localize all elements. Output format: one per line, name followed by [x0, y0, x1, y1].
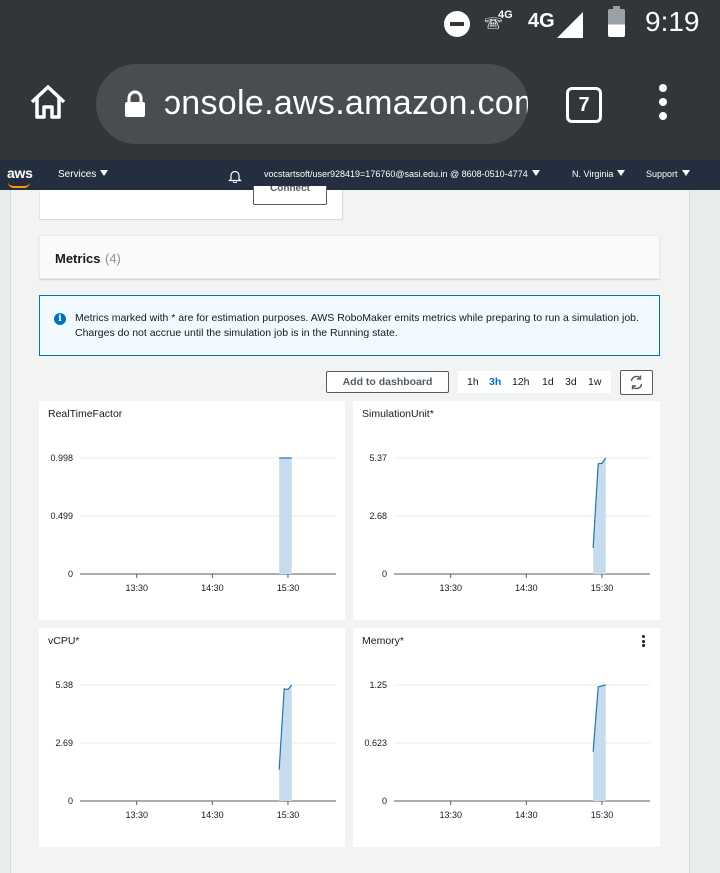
account-menu[interactable]: vocstartsoft/user928419=176760@sasi.edu.…	[264, 169, 540, 179]
account-label: vocstartsoft/user928419=176760@sasi.edu.…	[264, 169, 528, 179]
support-label: Support	[646, 169, 678, 179]
metrics-count: (4)	[105, 251, 121, 266]
aws-logo[interactable]: aws	[7, 165, 33, 181]
y-tick-label: 5.38	[55, 680, 73, 690]
add-to-dashboard-button[interactable]: Add to dashboard	[326, 371, 449, 393]
range-1d[interactable]: 1d	[542, 376, 554, 388]
x-tick-label: 14:30	[201, 583, 224, 593]
y-tick-label: 1.25	[369, 680, 387, 690]
status-bar: 🕾 4G 4G 9:19	[0, 0, 720, 50]
call-network-label: 4G	[498, 9, 513, 21]
caret-down-icon	[100, 170, 109, 176]
address-bar[interactable]: ɔnsole.aws.amazon.com	[96, 64, 528, 144]
url-text: ɔnsole.aws.amazon.com	[164, 84, 528, 122]
do-not-disturb-icon	[444, 11, 470, 37]
caret-down-icon	[531, 170, 540, 176]
y-tick-label: 0	[382, 796, 387, 806]
time-range-selector: 1h 3h 12h 1d 3d 1w	[458, 371, 611, 393]
x-tick-label: 14:30	[515, 810, 538, 820]
metrics-title: Metrics	[55, 251, 101, 266]
metrics-panel-header: Metrics (4)	[39, 235, 660, 279]
y-tick-label: 2.69	[55, 738, 73, 748]
browser-menu-icon[interactable]	[655, 84, 671, 124]
refresh-icon	[630, 375, 643, 390]
aws-smile-logo	[8, 182, 30, 188]
bell-icon[interactable]	[228, 169, 242, 183]
x-tick-label: 15:30	[591, 583, 614, 593]
support-menu[interactable]: Support	[646, 169, 690, 179]
x-tick-label: 15:30	[277, 810, 300, 820]
caret-down-icon	[681, 170, 690, 176]
range-3h[interactable]: 3h	[489, 376, 501, 388]
clock: 9:19	[645, 6, 700, 37]
x-tick-label: 15:30	[277, 583, 300, 593]
chart-title: RealTimeFactor	[48, 408, 123, 420]
refresh-button[interactable]	[620, 370, 653, 395]
x-tick-label: 13:30	[125, 583, 148, 593]
services-label: Services	[58, 169, 97, 180]
x-tick-label: 14:30	[515, 583, 538, 593]
chart-realtimefactor: 0 0.499 0.998 13:30 14:30 15:30 RealTimeFacto…	[39, 401, 345, 620]
y-tick-label: 0.623	[364, 738, 387, 748]
chart-vcpu: 0 2.69 5.38 13:30 14:30 15:30 vCPU*	[39, 628, 345, 847]
y-tick-label: 5.37	[369, 453, 387, 463]
battery-icon	[608, 6, 625, 37]
series-area	[593, 685, 606, 801]
y-tick-label: 0	[68, 796, 73, 806]
chart-svg: 0 2.68 5.37 13:30 14:30 15:30	[369, 453, 650, 593]
chart-options-icon[interactable]	[640, 635, 646, 649]
y-tick-label: 0	[382, 569, 387, 579]
connect-label: Connect	[270, 186, 310, 194]
tab-switcher-button[interactable]: 7	[566, 87, 602, 123]
chart-svg: 0 0.623 1.25 13:30 14:30 15:30	[364, 680, 650, 820]
x-tick-label: 13:30	[439, 810, 462, 820]
info-icon: i	[54, 313, 66, 325]
aws-nav-bar: aws Services vocstartsoft/user928419=176…	[0, 160, 720, 190]
y-tick-label: 0.998	[50, 453, 73, 463]
chart-memory: 0 0.623 1.25 13:30 14:30 15:30 Memory*	[353, 628, 660, 847]
signal-icon	[557, 12, 583, 38]
connect-button[interactable]: Connect	[253, 186, 327, 205]
home-icon[interactable]	[28, 82, 68, 122]
info-alert: i Metrics marked with * are for estimati…	[39, 295, 660, 356]
x-tick-label: 13:30	[125, 810, 148, 820]
y-tick-label: 0.499	[50, 511, 73, 521]
chart-svg: 0 0.499 0.998 13:30 14:30 15:30	[50, 453, 336, 593]
chart-svg: 0 2.69 5.38 13:30 14:30 15:30	[55, 680, 336, 820]
chart-title: SimulationUnit*	[362, 408, 434, 420]
x-tick-label: 15:30	[591, 810, 614, 820]
services-menu[interactable]: Services	[58, 169, 109, 180]
chart-title: Memory*	[362, 635, 405, 647]
x-tick-label: 14:30	[201, 810, 224, 820]
chart-title: vCPU*	[48, 635, 80, 647]
region-label: N. Virginia	[572, 169, 614, 179]
series-area	[279, 458, 292, 574]
caret-down-icon	[617, 170, 626, 176]
y-tick-label: 0	[68, 569, 73, 579]
region-menu[interactable]: N. Virginia	[572, 169, 626, 179]
x-tick-label: 13:30	[439, 583, 462, 593]
range-3d[interactable]: 3d	[565, 376, 577, 388]
info-alert-text: Metrics marked with * are for estimation…	[75, 312, 639, 339]
range-1w[interactable]: 1w	[588, 376, 601, 388]
lock-icon	[125, 90, 145, 117]
network-type-label: 4G	[528, 10, 555, 32]
chart-simulationunit: 0 2.68 5.37 13:30 14:30 15:30 SimulationUnit*	[353, 401, 660, 620]
range-12h[interactable]: 12h	[512, 376, 530, 388]
range-1h[interactable]: 1h	[467, 376, 479, 388]
y-tick-label: 2.68	[369, 511, 387, 521]
